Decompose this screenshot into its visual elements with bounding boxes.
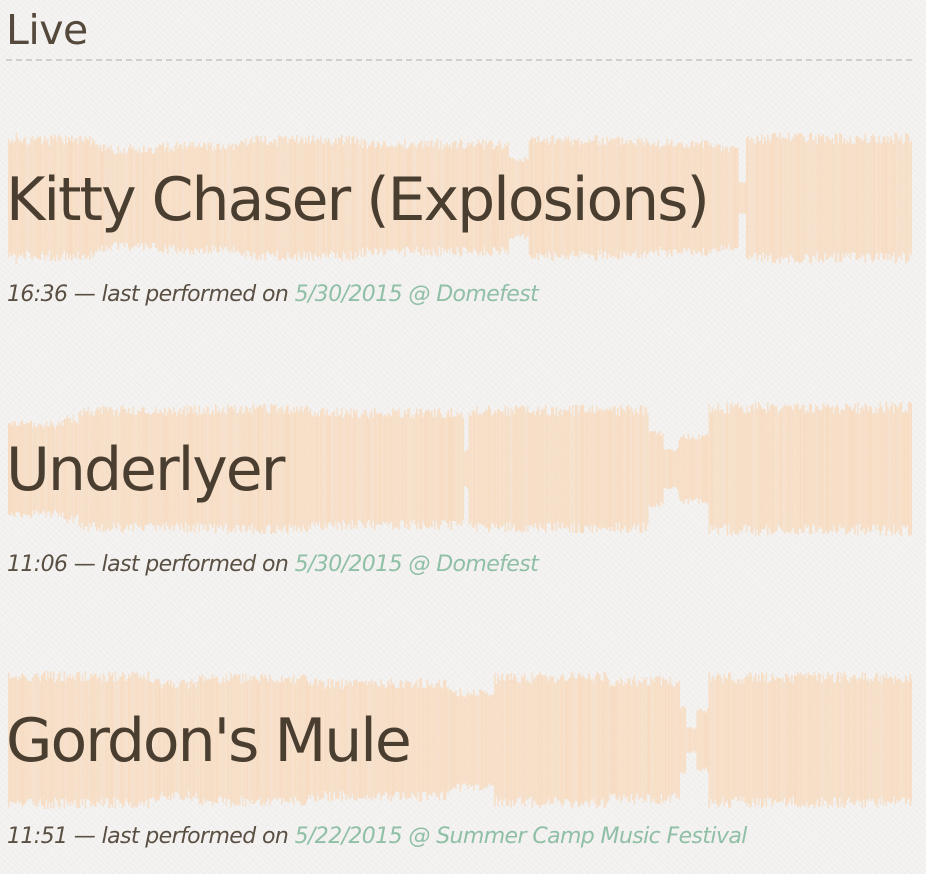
- track-title[interactable]: Underlyer: [6, 433, 285, 507]
- performance-venue: Domefest: [436, 282, 539, 307]
- performance-at: @: [402, 824, 437, 849]
- performance-link[interactable]: 5/30/2015 @ Domefest: [295, 282, 539, 307]
- track-meta-label: — last performed on: [67, 824, 295, 849]
- track-duration: 11:51: [7, 824, 68, 849]
- section-divider: [6, 59, 912, 61]
- track-meta-label: — last performed on: [67, 282, 295, 307]
- performance-date: 5/30/2015: [294, 282, 403, 307]
- performance-at: @: [402, 552, 437, 577]
- performance-date: 5/30/2015: [294, 552, 403, 577]
- track-meta: 16:36 — last performed on 5/30/2015 @ Do…: [7, 280, 539, 310]
- track-duration: 11:06: [7, 552, 68, 577]
- performance-link[interactable]: 5/22/2015 @ Summer Camp Music Festival: [294, 824, 748, 849]
- track-meta-label: — last performed on: [67, 552, 295, 577]
- performance-link[interactable]: 5/30/2015 @ Domefest: [295, 552, 539, 577]
- performance-at: @: [402, 282, 437, 307]
- track-meta: 11:51 — last performed on 5/22/2015 @ Su…: [7, 822, 747, 852]
- track-title[interactable]: Kitty Chaser (Explosions): [6, 163, 710, 237]
- track-duration: 16:36: [7, 282, 68, 307]
- section-title: Live: [6, 6, 88, 54]
- performance-venue: Summer Camp Music Festival: [436, 824, 747, 849]
- track-title[interactable]: Gordon's Mule: [6, 704, 412, 778]
- performance-venue: Domefest: [436, 552, 539, 577]
- track-meta: 11:06 — last performed on 5/30/2015 @ Do…: [7, 550, 539, 580]
- performance-date: 5/22/2015: [294, 824, 403, 849]
